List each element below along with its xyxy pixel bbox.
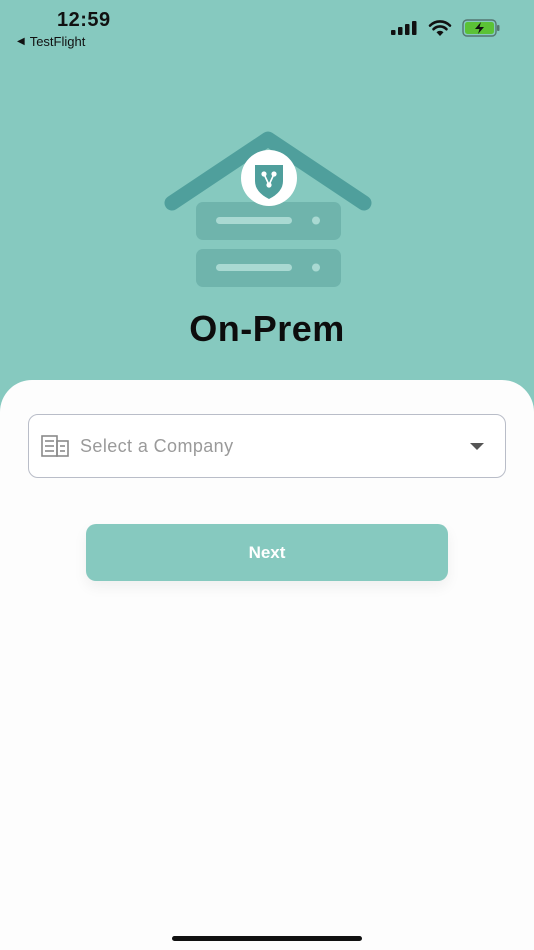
next-button[interactable]: Next bbox=[86, 524, 448, 581]
page-title: On-Prem bbox=[189, 308, 345, 349]
home-indicator[interactable] bbox=[172, 936, 362, 941]
back-app-label: TestFlight bbox=[29, 34, 86, 49]
wifi-icon bbox=[428, 19, 452, 36]
company-select-placeholder: Select a Company bbox=[80, 435, 234, 456]
on-prem-server-icon bbox=[164, 131, 372, 287]
building-icon bbox=[41, 435, 69, 457]
header-background: 12:59 ◀ TestFlight On-Prem bbox=[0, 0, 534, 420]
caret-down-icon[interactable] bbox=[470, 443, 484, 450]
back-to-app-link[interactable]: ◀ TestFlight bbox=[17, 34, 85, 49]
status-icons bbox=[391, 19, 500, 37]
status-bar: 12:59 ◀ TestFlight bbox=[0, 0, 534, 60]
battery-charging-icon bbox=[462, 19, 500, 37]
back-arrow-icon: ◀ bbox=[17, 36, 25, 47]
status-time: 12:59 bbox=[57, 9, 111, 31]
cellular-signal-icon bbox=[391, 21, 417, 35]
company-select-dropdown[interactable]: Select a Company bbox=[28, 414, 506, 478]
